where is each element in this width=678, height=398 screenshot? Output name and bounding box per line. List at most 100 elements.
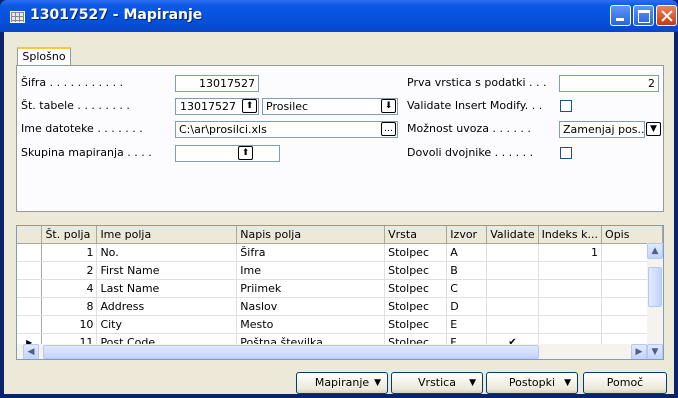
validate-cell[interactable]: [486, 297, 539, 316]
field-name-cell[interactable]: First Name: [96, 261, 238, 280]
allow-duplicates-label: Dovoli dvojnike . . . . . .: [407, 146, 534, 159]
window-title: 13017527 - Mapiranje: [30, 7, 203, 23]
key-index-cell[interactable]: [538, 315, 603, 334]
field-caption-cell[interactable]: Ime: [236, 261, 386, 280]
key-index-cell[interactable]: [538, 279, 603, 298]
field-number-cell[interactable]: 2: [41, 261, 98, 280]
file-name-label: Ime datoteke . . . . . . .: [21, 122, 143, 135]
column-header[interactable]: Validate: [486, 226, 539, 244]
column-header[interactable]: Vrsta: [384, 226, 448, 244]
row-selector[interactable]: [17, 297, 43, 316]
type-cell[interactable]: Stolpec: [384, 297, 448, 316]
row-menu-button[interactable]: Vrstica ▼: [391, 372, 483, 394]
type-cell[interactable]: Stolpec: [384, 315, 448, 334]
validate-cell[interactable]: [486, 315, 539, 334]
scroll-thumb[interactable]: [43, 345, 539, 359]
mapiranje-window: 13017527 - Mapiranje Splošno Šifra . . .…: [0, 0, 678, 398]
title-bar[interactable]: 13017527 - Mapiranje: [0, 0, 678, 32]
field-caption-cell[interactable]: Priimek: [236, 279, 386, 298]
table-row[interactable]: 2 First Name Ime Stolpec B: [17, 261, 663, 280]
column-header[interactable]: Opis: [601, 226, 663, 244]
validate-insert-label: Validate Insert Modify. . .: [407, 99, 543, 112]
code-field[interactable]: 13017527: [175, 75, 259, 92]
minimize-icon[interactable]: [610, 5, 631, 26]
window-client: Splošno Šifra . . . . . . . . . . . 1301…: [4, 32, 674, 394]
source-cell[interactable]: B: [446, 261, 488, 280]
row-selector[interactable]: [17, 261, 43, 280]
table-row[interactable]: 10 City Mesto Stolpec E: [17, 315, 663, 334]
scroll-up-icon[interactable]: ▲: [647, 243, 663, 259]
file-name-field[interactable]: C:\ar\prosilci.xls: [175, 121, 398, 138]
table-row[interactable]: 4 Last Name Priimek Stolpec C: [17, 279, 663, 298]
browse-icon[interactable]: …: [381, 122, 396, 136]
row-selector[interactable]: [17, 243, 43, 262]
scroll-right-icon[interactable]: ▶: [631, 344, 647, 359]
source-cell[interactable]: D: [446, 297, 488, 316]
validate-insert-checkbox[interactable]: [560, 100, 572, 112]
close-icon[interactable]: [656, 5, 677, 26]
field-name-cell[interactable]: Address: [96, 297, 238, 316]
first-data-row-label: Prva vrstica s podatki . . .: [407, 76, 547, 89]
field-number-cell[interactable]: 10: [41, 315, 98, 334]
field-name-cell[interactable]: Last Name: [96, 279, 238, 298]
row-selector[interactable]: [17, 279, 43, 298]
field-number-cell[interactable]: 1: [41, 243, 98, 262]
field-number-cell[interactable]: 8: [41, 297, 98, 316]
tab-general[interactable]: Splošno: [17, 47, 71, 66]
validate-cell[interactable]: [486, 279, 539, 298]
scroll-down-icon[interactable]: ▼: [647, 344, 663, 359]
key-index-cell[interactable]: [538, 297, 603, 316]
type-cell[interactable]: Stolpec: [384, 279, 448, 298]
row-selector-header: [17, 226, 43, 244]
fields-table: Št. polja Ime polja Napis polja Vrsta Iz…: [17, 226, 663, 359]
field-caption-cell[interactable]: Naslov: [236, 297, 386, 316]
column-header[interactable]: Napis polja: [236, 226, 386, 244]
validate-cell[interactable]: [486, 261, 539, 280]
first-data-row-field[interactable]: 2: [559, 75, 659, 92]
type-cell[interactable]: Stolpec: [384, 261, 448, 280]
dropdown-down-icon[interactable]: ▼: [646, 122, 661, 136]
row-selector[interactable]: [17, 315, 43, 334]
table-name-field[interactable]: Prosilec: [262, 98, 398, 115]
import-option-label: Možnost uvoza . . . . . .: [407, 122, 531, 135]
help-button[interactable]: Pomoč: [583, 372, 667, 394]
import-option-select[interactable]: Zamenjaj pos...: [559, 121, 645, 138]
field-name-cell[interactable]: City: [96, 315, 238, 334]
functions-menu-button[interactable]: Postopki ▼: [486, 372, 578, 394]
vertical-scrollbar[interactable]: ▲ ▼: [647, 243, 663, 359]
key-index-cell[interactable]: 1: [538, 243, 603, 262]
key-index-cell[interactable]: [538, 261, 603, 280]
source-cell[interactable]: C: [446, 279, 488, 298]
column-header[interactable]: Izvor: [446, 226, 488, 244]
column-header[interactable]: Indeks k...: [538, 226, 603, 244]
chevron-down-icon: ▼: [374, 378, 381, 388]
field-name-cell[interactable]: No.: [96, 243, 238, 262]
dropdown-down-icon[interactable]: ⬇: [381, 99, 396, 113]
mapping-menu-label: Mapiranje: [314, 376, 370, 389]
chevron-down-icon: ▼: [469, 378, 476, 388]
source-cell[interactable]: E: [446, 315, 488, 334]
table-row[interactable]: 8 Address Naslov Stolpec D: [17, 297, 663, 316]
maximize-icon[interactable]: [633, 5, 654, 26]
scroll-thumb[interactable]: [648, 267, 662, 307]
allow-duplicates-checkbox[interactable]: [560, 147, 572, 159]
mapping-group-field[interactable]: [175, 145, 280, 162]
field-caption-cell[interactable]: Šifra: [236, 243, 386, 262]
source-cell[interactable]: A: [446, 243, 488, 262]
field-caption-cell[interactable]: Mesto: [236, 315, 386, 334]
type-cell[interactable]: Stolpec: [384, 243, 448, 262]
column-header[interactable]: Ime polja: [96, 226, 238, 244]
row-menu-label: Vrstica: [418, 376, 456, 389]
column-header[interactable]: Št. polja: [41, 226, 98, 244]
fields-grid[interactable]: Št. polja Ime polja Napis polja Vrsta Iz…: [16, 225, 664, 360]
validate-cell[interactable]: [486, 243, 539, 262]
lookup-up-icon[interactable]: ⬆: [242, 99, 257, 113]
general-panel: Šifra . . . . . . . . . . . 13017527 Št.…: [16, 65, 664, 212]
functions-menu-label: Postopki: [508, 376, 556, 389]
lookup-up-icon[interactable]: ⬆: [238, 146, 253, 160]
field-number-cell[interactable]: 4: [41, 279, 98, 298]
mapping-menu-button[interactable]: Mapiranje ▼: [296, 372, 388, 394]
table-row[interactable]: 1 No. Šifra Stolpec A 1: [17, 243, 663, 262]
scroll-left-icon[interactable]: ◀: [23, 344, 39, 359]
horizontal-scrollbar[interactable]: ◀ ▶: [17, 344, 647, 359]
